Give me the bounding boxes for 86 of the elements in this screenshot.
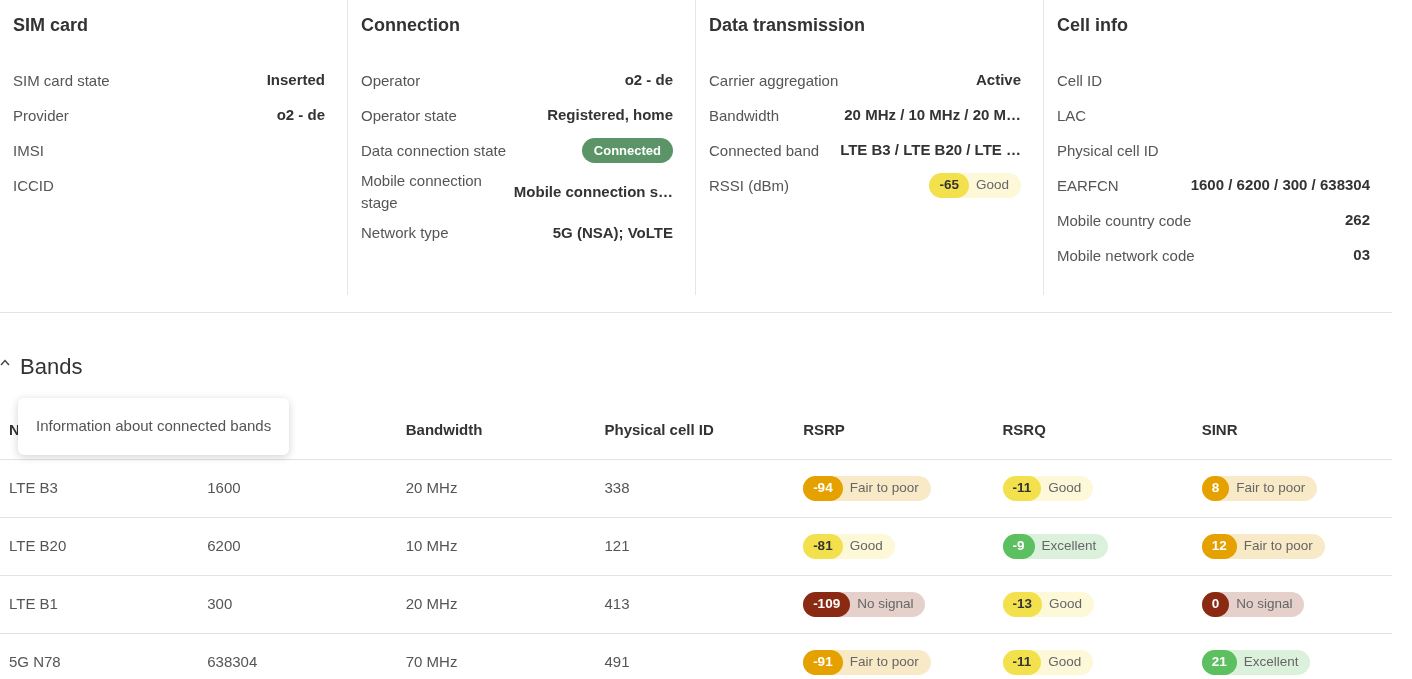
field-value: 20 MHz / 10 MHz / 20 M…	[844, 105, 1021, 126]
panel-title: Cell info	[1057, 14, 1129, 37]
field-label: Operator	[361, 70, 421, 91]
table-cell: 10 MHz	[396, 517, 596, 575]
field-label: Network type	[361, 223, 449, 244]
field-label: Bandwidth	[709, 105, 780, 126]
field-label: ICCID	[13, 175, 54, 196]
signal-quality: Good	[1047, 652, 1083, 671]
table-cell: 20 MHz	[396, 575, 596, 633]
field-value: Mobile connection s…	[513, 181, 673, 202]
column-header: SINR	[1192, 401, 1392, 459]
table-cell: 338	[595, 459, 795, 517]
signal-value: 21	[1201, 649, 1237, 675]
signal-value: -94	[803, 475, 843, 501]
signal-quality: Excellent	[1242, 652, 1300, 671]
signal-value: -109	[803, 591, 851, 617]
signal-quality: Fair to poor	[848, 478, 920, 497]
signal-value: -65	[929, 173, 969, 198]
signal-value: -81	[803, 533, 843, 559]
field-label: SIM card state	[13, 70, 110, 91]
field-value: 03	[1353, 245, 1370, 266]
field-label: Cell ID	[1057, 70, 1102, 91]
signal-quality: No signal	[856, 594, 915, 613]
signal-value: -91	[803, 649, 843, 675]
table-cell: LTE B3	[0, 459, 199, 517]
signal-value: 8	[1201, 475, 1230, 501]
field-value: Active	[975, 70, 1021, 91]
panel-title: Data transmission	[709, 14, 867, 37]
column-header: RSRP	[794, 401, 994, 459]
table-cell: 491	[595, 633, 795, 679]
field-label: Provider	[13, 105, 69, 126]
table-cell: LTE B20	[0, 517, 199, 575]
chevron-up-icon[interactable]	[0, 358, 10, 366]
table-cell: 5G N78	[0, 633, 199, 679]
table-cell: 6200	[198, 517, 397, 575]
signal-quality: Good	[1048, 594, 1084, 613]
section-title: Bands	[20, 352, 83, 381]
signal-value: 12	[1201, 533, 1237, 559]
signal-quality: Excellent	[1040, 536, 1098, 555]
table-cell: 121	[595, 517, 795, 575]
field-value: o2 - de	[624, 70, 673, 91]
signal-quality: Good	[848, 536, 884, 555]
field-label: Connected band	[709, 140, 820, 161]
signal-value: -9	[1002, 533, 1035, 559]
field-label: Mobile country code	[1057, 210, 1192, 231]
panel-title: SIM card	[13, 14, 90, 37]
signal-quality: Good	[974, 176, 1010, 195]
field-label: EARFCN	[1057, 175, 1119, 196]
column-header: Physical cell ID	[595, 401, 795, 459]
field-value: 1600 / 6200 / 300 / 638304	[1190, 175, 1370, 196]
signal-value: -13	[1002, 591, 1042, 617]
signal-quality: Fair to poor	[1242, 536, 1314, 555]
column-header: RSRQ	[993, 401, 1193, 459]
table-cell: 70 MHz	[396, 633, 596, 679]
field-label: RSSI (dBm)	[709, 175, 789, 196]
signal-quality: Good	[1047, 478, 1083, 497]
column-header: Bandwidth	[396, 401, 596, 459]
field-label: Physical cell ID	[1057, 140, 1159, 161]
field-label: Carrier aggregation	[709, 70, 839, 91]
field-label: Mobile network code	[1057, 245, 1195, 266]
signal-value: 0	[1201, 591, 1230, 617]
field-value: o2 - de	[276, 105, 325, 126]
signal-quality: Fair to poor	[1235, 478, 1307, 497]
field-label: IMSI	[13, 140, 44, 161]
signal-value: -11	[1002, 475, 1042, 501]
signal-quality: No signal	[1235, 594, 1294, 613]
field-label: Operator state	[361, 105, 457, 126]
panel-title: Connection	[361, 14, 461, 37]
field-label: Data connection state	[361, 140, 507, 161]
tooltip: Information about connected bands	[18, 398, 290, 455]
status-badge: Connected	[581, 137, 673, 164]
field-value: Registered, home	[547, 105, 673, 126]
table-cell: 638304	[198, 633, 397, 679]
field-value: 262	[1344, 210, 1370, 231]
field-value: LTE B3 / LTE B20 / LTE …	[840, 140, 1021, 161]
table-cell: 1600	[198, 459, 397, 517]
table-cell: 413	[595, 575, 795, 633]
table-cell: LTE B1	[0, 575, 199, 633]
signal-value: -11	[1002, 649, 1042, 675]
field-label: LAC	[1057, 105, 1087, 126]
field-value: Inserted	[266, 70, 325, 91]
table-cell: 20 MHz	[396, 459, 596, 517]
signal-quality: Fair to poor	[848, 652, 920, 671]
table-cell: 300	[198, 575, 397, 633]
field-value: 5G (NSA); VoLTE	[552, 222, 673, 243]
field-label: Mobile connection stage	[361, 171, 483, 213]
